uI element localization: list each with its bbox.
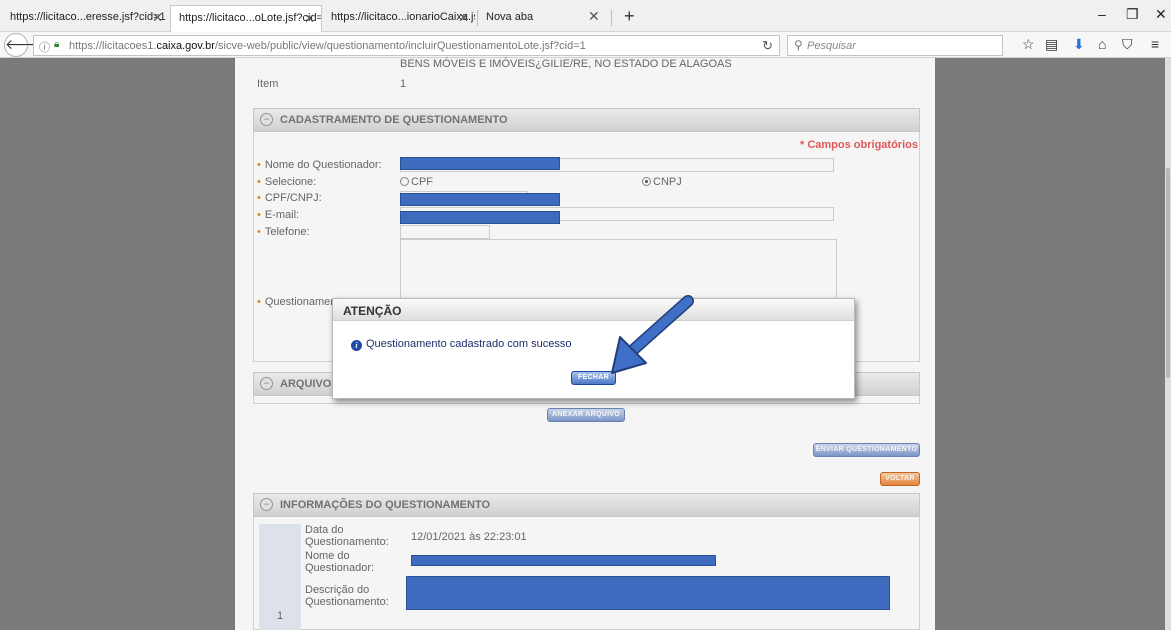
restore-icon[interactable]: ❐ [1126, 6, 1139, 23]
reload-icon[interactable]: ↻ [762, 38, 773, 54]
home-icon[interactable]: ⌂ [1098, 36, 1106, 52]
alert-title: ATENÇÃO [343, 304, 402, 318]
tab-4[interactable]: Nova aba [478, 7, 578, 29]
tab-1-label: https://licitaco...eresse.jsf?cid=1 [10, 11, 166, 23]
close-icon[interactable]: ✕ [458, 10, 469, 26]
info-icon[interactable]: ⓘ [39, 39, 50, 55]
bookmark-star-icon[interactable]: ☆ [1022, 36, 1035, 53]
download-icon[interactable]: ⬇ [1073, 36, 1085, 53]
search-placeholder: Pesquisar [807, 40, 856, 52]
menu-icon[interactable]: ≡ [1151, 36, 1159, 52]
minimize-icon[interactable]: – [1098, 6, 1106, 22]
close-icon[interactable]: ✕ [588, 8, 600, 25]
annotation-arrow-icon [611, 295, 694, 374]
tab-2-active[interactable]: https://licitaco...oLote.jsf?cid=1 ✕ [170, 5, 322, 32]
bookmarks-list-icon[interactable]: ▤ [1045, 36, 1058, 53]
tab-4-label: Nova aba [486, 11, 534, 23]
tab-1[interactable]: https://licitaco...eresse.jsf?cid=1 ✕ [2, 7, 169, 29]
info-icon: i [351, 340, 362, 351]
window-close-icon[interactable]: ✕ [1155, 6, 1167, 23]
new-tab-icon[interactable]: + [624, 6, 635, 27]
close-icon[interactable]: ✕ [304, 11, 315, 27]
alert-dialog: ATENÇÃO i Questionamento cadastrado com s… [332, 298, 855, 399]
lock-icon: 🔒︎ [54, 39, 60, 50]
tab-3[interactable]: https://licitaco...ionarioCaixa.jsf ✕ [323, 7, 475, 29]
browser-nav-bar: 🡐 ⓘ 🔒︎ https://licitacoes1.caixa.gov.br/… [0, 32, 1171, 58]
close-icon[interactable]: ✕ [152, 10, 163, 26]
url-text: https://licitacoes1.caixa.gov.br/sicve-w… [69, 40, 586, 52]
search-bar[interactable]: ⚲ Pesquisar [787, 35, 1003, 56]
back-arrow-icon[interactable]: 🡐 [4, 33, 43, 57]
address-bar[interactable]: ⓘ 🔒︎ https://licitacoes1.caixa.gov.br/si… [33, 35, 780, 56]
tab-2-label: https://licitaco...oLote.jsf?cid=1 [179, 12, 322, 24]
pocket-icon[interactable]: ⛉ [1122, 36, 1133, 53]
page-viewport: BENS MÓVEIS E IMÓVEIS¿GILIE/RE, NO ESTAD… [0, 58, 1171, 630]
alert-dialog-header[interactable]: ATENÇÃO [333, 299, 854, 321]
browser-tab-bar: https://licitaco...eresse.jsf?cid=1 ✕ ht… [0, 0, 1171, 32]
search-icon: ⚲ [794, 38, 803, 52]
alert-message: i Questionamento cadastrado com sucesso [351, 338, 571, 351]
tab-3-label: https://licitaco...ionarioCaixa.jsf [331, 11, 475, 23]
